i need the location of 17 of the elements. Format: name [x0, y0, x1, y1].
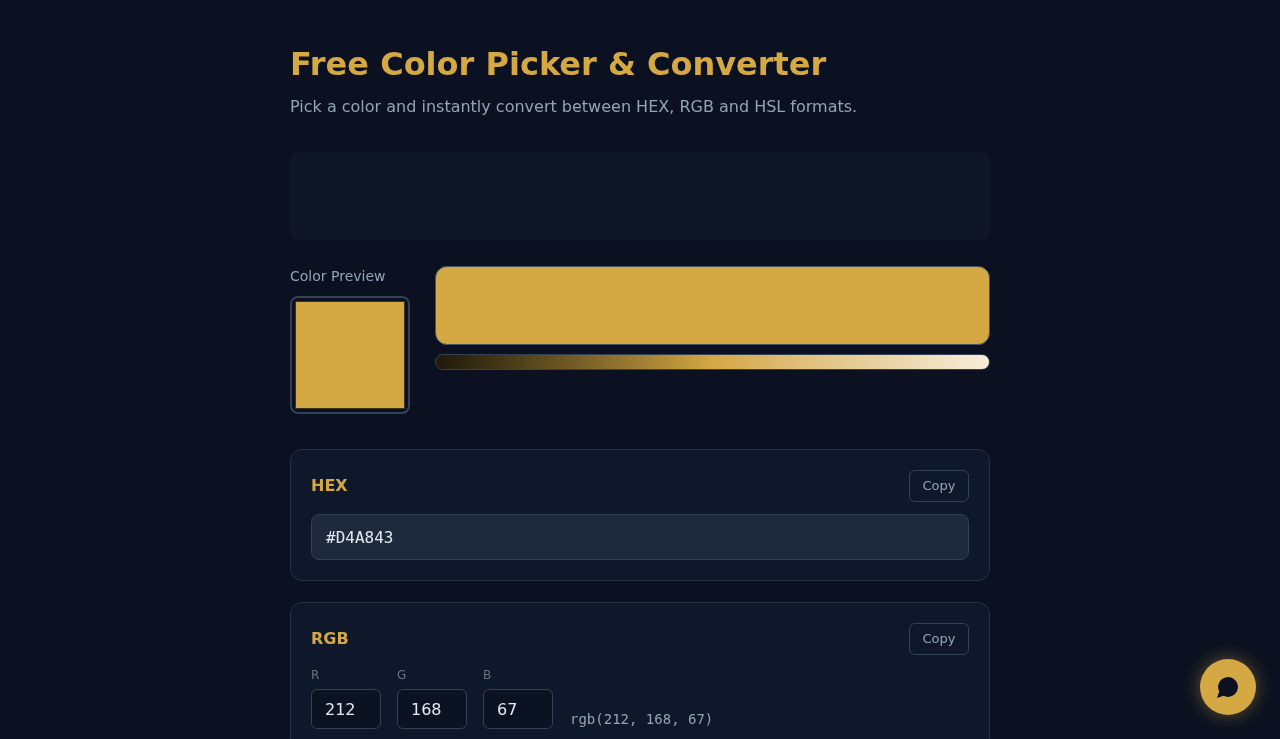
- channel-value-field[interactable]: 168: [397, 689, 467, 729]
- copy-button[interactable]: Copy: [909, 623, 969, 655]
- channel-value-field[interactable]: 212: [311, 689, 381, 729]
- rgb-css-text: rgb(212, 168, 67): [570, 710, 714, 729]
- chat-bubble-icon: [1217, 676, 1239, 698]
- page-title: Free Color Picker & Converter: [290, 44, 828, 85]
- chat-button[interactable]: [1200, 659, 1256, 715]
- format-title: RGB: [311, 628, 349, 650]
- format-title: HEX: [311, 475, 348, 497]
- hex-value-field[interactable]: #D4A843: [311, 514, 969, 560]
- page-subtitle: Pick a color and instantly convert between HEX, RGB and HSL formats.: [290, 96, 859, 118]
- channel-value-field[interactable]: 67: [483, 689, 553, 729]
- preview-label: Color Preview: [290, 267, 387, 286]
- channel-label: G: [397, 667, 408, 683]
- channel-label: R: [311, 667, 321, 683]
- channel-label: B: [483, 667, 493, 683]
- copy-button[interactable]: Copy: [909, 470, 969, 502]
